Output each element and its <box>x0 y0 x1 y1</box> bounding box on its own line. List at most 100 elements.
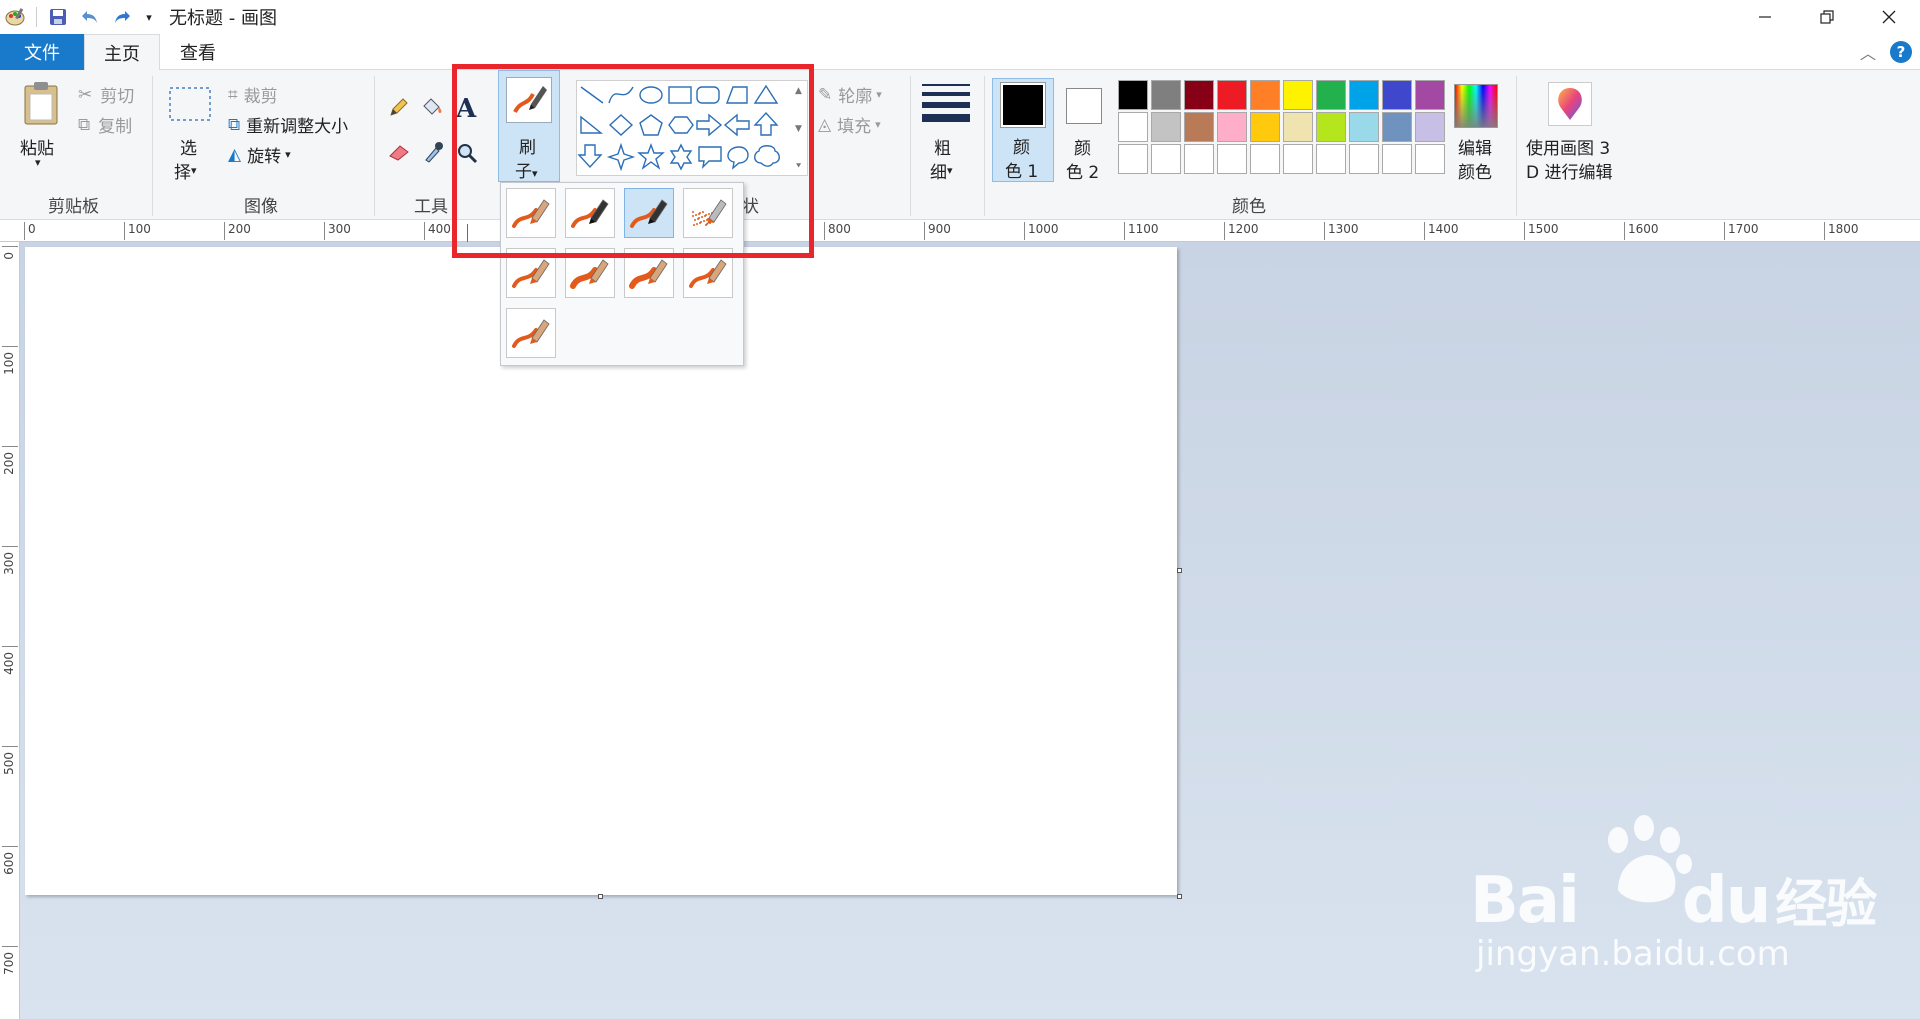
triangle-shape-icon[interactable] <box>753 84 779 104</box>
palette-swatch[interactable] <box>1118 80 1148 110</box>
line-shape-icon[interactable] <box>580 86 604 104</box>
minimize-icon[interactable] <box>1734 0 1796 34</box>
line-size-icon[interactable] <box>922 82 970 129</box>
rounded-callout-shape-icon[interactable] <box>698 146 722 170</box>
hexagon-shape-icon[interactable] <box>668 116 694 134</box>
right-arrow-shape-icon[interactable] <box>696 113 723 137</box>
select-rectangle-icon[interactable] <box>168 86 212 127</box>
palette-swatch[interactable] <box>1415 144 1445 174</box>
outline-button[interactable]: ✎ 轮廓 ▾ <box>818 82 882 108</box>
palette-swatch[interactable] <box>1151 112 1181 142</box>
palette-swatch[interactable] <box>1349 112 1379 142</box>
brushes-button[interactable]: 刷 子▾ <box>498 70 560 182</box>
rounded-rectangle-shape-icon[interactable] <box>696 86 720 104</box>
right-triangle-shape-icon[interactable] <box>580 115 603 134</box>
rectangle-shape-icon[interactable] <box>668 86 692 104</box>
color-picker-icon[interactable] <box>422 140 444 169</box>
up-arrow-shape-icon[interactable] <box>753 111 779 136</box>
palette-swatch[interactable] <box>1316 112 1346 142</box>
undo-icon[interactable] <box>79 6 101 28</box>
palette-swatch[interactable] <box>1415 80 1445 110</box>
palette-swatch[interactable] <box>1415 112 1445 142</box>
palette-swatch[interactable] <box>1349 80 1379 110</box>
cloud-callout-shape-icon[interactable] <box>754 145 780 167</box>
size-button[interactable]: 粗 <box>934 134 951 159</box>
palette-swatch[interactable] <box>1250 80 1280 110</box>
left-arrow-shape-icon[interactable] <box>723 113 750 137</box>
text-tool-icon[interactable]: A <box>456 94 476 124</box>
oval-callout-shape-icon[interactable] <box>727 146 749 170</box>
save-icon[interactable] <box>47 6 69 28</box>
four-point-star-shape-icon[interactable] <box>606 142 636 172</box>
palette-swatch[interactable] <box>1184 112 1214 142</box>
palette-swatch[interactable] <box>1316 80 1346 110</box>
resize-handle-bottom[interactable] <box>598 894 603 899</box>
palette-swatch[interactable] <box>1217 112 1247 142</box>
curve-shape-icon[interactable] <box>608 86 634 104</box>
crop-button[interactable]: ⌗ 裁剪 <box>228 82 278 108</box>
eraser-icon[interactable] <box>388 142 412 167</box>
edit-colors-button[interactable]: 编辑 <box>1458 134 1492 159</box>
palette-swatch[interactable] <box>1151 144 1181 174</box>
paint3d-icon[interactable] <box>1548 82 1592 126</box>
fill-button[interactable]: ◬ 填充 ▾ <box>818 112 881 138</box>
color2-label[interactable]: 色 2 <box>1066 158 1099 183</box>
palette-swatch[interactable] <box>1382 112 1412 142</box>
down-arrow-shape-icon[interactable] <box>577 144 603 169</box>
six-point-star-shape-icon[interactable] <box>669 143 693 171</box>
color2-button[interactable]: 颜 <box>1074 134 1091 159</box>
palette-swatch[interactable] <box>1283 112 1313 142</box>
magnifier-icon[interactable] <box>456 142 478 169</box>
pentagon-shape-icon[interactable] <box>639 114 663 136</box>
edit-colors-rainbow-icon[interactable] <box>1454 84 1498 128</box>
calligraphy-brush-2-icon[interactable] <box>624 188 674 238</box>
redo-icon[interactable] <box>111 6 133 28</box>
brush-icon[interactable] <box>506 188 556 238</box>
tab-file[interactable]: 文件 <box>0 34 84 70</box>
palette-swatch[interactable] <box>1118 112 1148 142</box>
cut-button[interactable]: ✂ 剪切 <box>78 82 134 108</box>
size-button-line2[interactable]: 细 ▾ <box>930 158 953 183</box>
palette-swatch[interactable] <box>1118 144 1148 174</box>
palette-swatch[interactable] <box>1217 144 1247 174</box>
calligraphy-brush-1-icon[interactable] <box>565 188 615 238</box>
natural-pencil-icon[interactable] <box>683 248 733 298</box>
rotate-button[interactable]: ◭ 旋转 ▾ <box>228 142 291 168</box>
paint-app-icon[interactable] <box>4 6 26 28</box>
fill-bucket-icon[interactable] <box>420 96 444 123</box>
palette-swatch[interactable] <box>1382 144 1412 174</box>
oval-shape-icon[interactable] <box>639 86 663 104</box>
watercolor-brush-icon[interactable] <box>506 308 556 358</box>
palette-swatch[interactable] <box>1250 144 1280 174</box>
five-point-star-shape-icon[interactable] <box>637 143 665 170</box>
tab-home[interactable]: 主页 <box>84 34 160 71</box>
palette-swatch[interactable] <box>1184 144 1214 174</box>
palette-swatch[interactable] <box>1382 80 1412 110</box>
palette-swatch[interactable] <box>1283 80 1313 110</box>
polygon-shape-icon[interactable] <box>725 86 748 104</box>
paste-clipboard-icon[interactable] <box>22 80 60 131</box>
help-icon[interactable]: ? <box>1890 41 1912 63</box>
gallery-expand-icon[interactable]: ⯆ <box>795 162 802 172</box>
crayon-icon[interactable] <box>565 248 615 298</box>
palette-swatch[interactable] <box>1151 80 1181 110</box>
marker-icon[interactable] <box>624 248 674 298</box>
pencil-icon[interactable] <box>388 96 410 123</box>
select-button[interactable]: 选 <box>180 134 197 159</box>
airbrush-icon[interactable] <box>683 188 733 238</box>
palette-swatch[interactable] <box>1184 80 1214 110</box>
oil-brush-icon[interactable] <box>506 248 556 298</box>
copy-button[interactable]: ⧉ 复制 <box>78 112 132 138</box>
palette-swatch[interactable] <box>1283 144 1313 174</box>
color1-button[interactable]: 颜 色 1 <box>992 78 1054 182</box>
customize-toolbar-chevron-down-icon[interactable]: ▾ <box>143 6 155 28</box>
restore-icon[interactable] <box>1796 0 1858 34</box>
tab-view[interactable]: 查看 <box>160 34 236 70</box>
gallery-scroll-up-icon[interactable]: ▲ <box>795 86 802 96</box>
palette-swatch[interactable] <box>1217 80 1247 110</box>
gallery-scroll-down-icon[interactable]: ▼ <box>795 124 802 134</box>
paste-chevron-down-icon[interactable]: ▾ <box>35 156 41 169</box>
select-button-line2[interactable]: 择 ▾ <box>174 158 197 183</box>
color2-swatch[interactable] <box>1066 88 1102 124</box>
collapse-ribbon-chevron-up-icon[interactable]: ︿ <box>1860 40 1876 64</box>
